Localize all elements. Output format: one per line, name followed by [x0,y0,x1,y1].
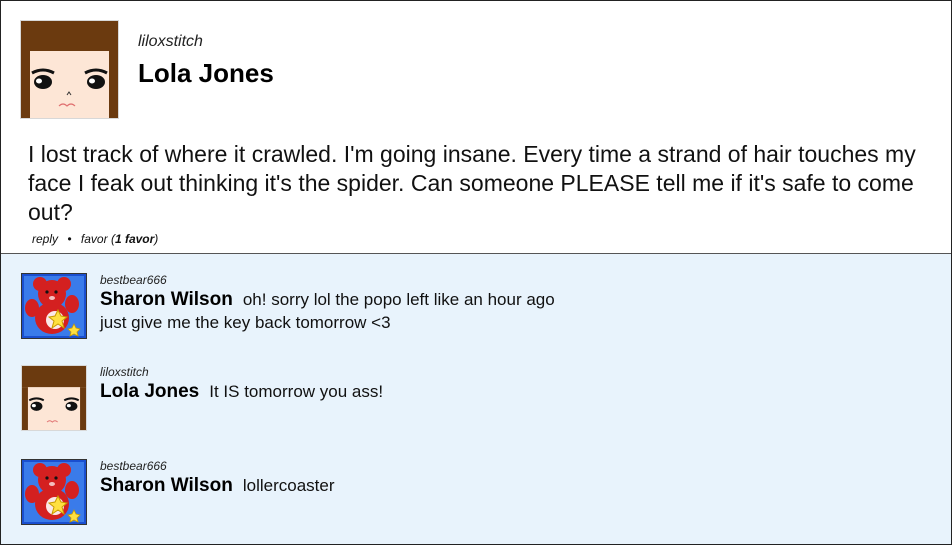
avatar[interactable] [21,365,87,431]
reply-message: oh! sorry lol the popo left like an hour… [242,290,555,309]
reply-text-line: Sharon Wilson lollercoaster [100,475,335,497]
replies-section: bestbear666 Sharon Wilson oh! sorry lol t… [1,254,951,544]
favor-count: 1 favor [114,232,155,246]
reply-username[interactable]: bestbear666 [100,273,167,287]
post-actions: reply • favor (1 favor) [32,232,158,246]
message-thread: liloxstitch Lola Jones I lost track of w… [0,0,952,545]
reply-text-line: Lola Jones It IS tomorrow you ass! [100,381,383,403]
reply-message: It IS tomorrow you ass! [209,382,384,401]
reply-author-name[interactable]: Sharon Wilson [100,289,233,310]
post-body-text: I lost track of where it crawled. I'm go… [28,141,916,225]
reply-message-continued: just give me the key back tomorrow <3 [100,313,391,332]
avatar[interactable] [21,273,87,339]
reply-username[interactable]: bestbear666 [100,459,167,473]
reply-author-name[interactable]: Sharon Wilson [100,475,233,496]
reply-item: bestbear666 Sharon Wilson oh! sorry lol t… [1,273,951,353]
main-post: liloxstitch Lola Jones I lost track of w… [1,1,951,254]
favor-count-close: ) [154,232,159,246]
red-care-bear-icon [22,460,86,524]
favor-link[interactable]: favor [81,232,108,246]
reply-item: liloxstitch Lola Jones It IS tomorrow you… [1,365,951,445]
avatar[interactable] [21,459,87,525]
reply-message: lollercoaster [242,476,335,495]
reply-link[interactable]: reply [32,232,58,246]
anime-girl-face-icon [21,21,118,118]
reply-author-name[interactable]: Lola Jones [100,381,199,402]
red-care-bear-icon [22,274,86,338]
avatar[interactable] [20,20,119,119]
reply-text-line: Sharon Wilson oh! sorry lol the popo left… [100,289,555,311]
anime-girl-face-icon [22,366,86,430]
post-username[interactable]: liloxstitch [138,33,203,51]
action-separator: • [67,232,72,246]
post-author-name[interactable]: Lola Jones [138,58,274,89]
reply-username[interactable]: liloxstitch [100,365,149,379]
reply-item: bestbear666 Sharon Wilson lollercoaster [1,459,951,539]
